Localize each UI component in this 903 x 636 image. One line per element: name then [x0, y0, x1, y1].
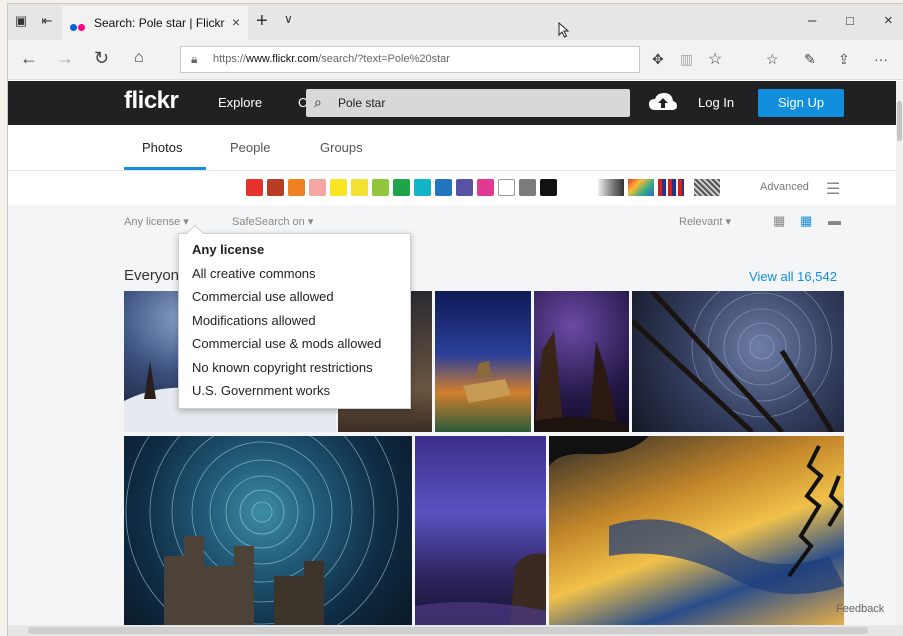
sort-dropdown[interactable]: Relevant ▾	[679, 215, 731, 228]
back-arrow-icon[interactable]: ←	[20, 48, 38, 69]
maximize-button[interactable]: □	[846, 13, 854, 28]
lock-icon: 🔒︎	[191, 52, 198, 66]
set-aside-tabs-icon[interactable]: ⇤	[40, 14, 54, 28]
login-link[interactable]: Log In	[698, 95, 734, 110]
search-tabs: Photos People Groups	[8, 125, 903, 171]
color-swatch[interactable]	[372, 179, 389, 196]
upload-cloud-icon[interactable]	[648, 92, 678, 112]
license-option-us-government[interactable]: U.S. Government works	[192, 383, 330, 398]
results-area: Any license ▾ SafeSearch on ▾ Relevant ▾…	[8, 205, 903, 626]
view-all-link[interactable]: View all 16,542	[749, 269, 837, 284]
browser-tab[interactable]: Search: Pole star | Flickr ×	[62, 6, 248, 40]
active-tab-underline	[124, 167, 206, 170]
reading-view-icon[interactable]: ▥	[680, 51, 693, 68]
photo-thumbnail[interactable]	[632, 291, 844, 432]
close-tab-icon[interactable]: ×	[232, 14, 240, 30]
justified-view-icon[interactable]: ▦	[800, 213, 812, 229]
favorites-hub-icon[interactable]: ☆	[766, 51, 779, 68]
photo-thumbnail[interactable]	[435, 291, 531, 432]
grid-view-icon[interactable]: ▦	[773, 213, 785, 229]
navigation-bar: ← → ↻ ⌂ 🔒︎ https://www.flickr.com/search…	[8, 40, 903, 80]
photo-thumbnail[interactable]	[124, 436, 412, 626]
search-icon: ⌕	[314, 94, 322, 110]
advanced-link[interactable]: Advanced	[760, 181, 809, 193]
color-swatch[interactable]	[519, 179, 536, 196]
shallow-depth-filter[interactable]	[628, 179, 654, 196]
horizontal-scrollbar[interactable]	[8, 625, 903, 636]
section-title: Everyon	[124, 267, 180, 284]
flickr-logo[interactable]: flickr	[124, 87, 179, 115]
color-swatch[interactable]	[288, 179, 305, 196]
search-query: Pole star	[338, 96, 386, 110]
license-option-commercial[interactable]: Commercial use allowed	[192, 289, 334, 304]
home-icon[interactable]: ⌂	[134, 49, 144, 67]
license-option-no-copyright[interactable]: No known copyright restrictions	[192, 360, 373, 375]
feedback-link[interactable]: Feedback	[836, 603, 884, 615]
mouse-cursor-icon	[558, 22, 570, 38]
list-view-icon[interactable]: ▬	[828, 213, 841, 228]
address-bar[interactable]: 🔒︎ https://www.flickr.com/search/?text=P…	[180, 46, 640, 73]
web-note-pen-icon[interactable]: ✎	[804, 51, 816, 68]
extension-icon[interactable]: ✥	[652, 51, 664, 68]
share-icon[interactable]: ⇪	[838, 51, 850, 68]
color-swatch[interactable]	[456, 179, 473, 196]
vertical-scrollbar[interactable]	[896, 81, 903, 625]
license-option-commercial-mods[interactable]: Commercial use & mods allowed	[192, 336, 381, 351]
license-option-creative-commons[interactable]: All creative commons	[192, 266, 316, 281]
color-swatch[interactable]	[477, 179, 494, 196]
new-tab-button[interactable]: +	[256, 10, 268, 33]
color-swatch[interactable]	[351, 179, 368, 196]
color-swatch[interactable]	[267, 179, 284, 196]
patterns-filter[interactable]	[694, 179, 720, 196]
browser-window: ▣ ⇤ Search: Pole star | Flickr × + ∨ – □…	[8, 4, 903, 636]
license-option-any[interactable]: Any license	[192, 242, 264, 257]
more-options-icon[interactable]: ···	[874, 51, 888, 67]
tab-preview-chevron-icon[interactable]: ∨	[284, 12, 293, 26]
flickr-header: flickr Explore C ⌕ Pole star Log In Sign…	[8, 81, 903, 125]
photo-thumbnail[interactable]	[534, 291, 629, 432]
tab-title: Search: Pole star | Flickr	[94, 16, 225, 30]
tab-list-icon[interactable]: ▣	[14, 14, 28, 28]
safesearch-filter[interactable]: SafeSearch on ▾	[232, 215, 313, 228]
color-swatch[interactable]	[498, 179, 515, 196]
color-swatch[interactable]	[414, 179, 431, 196]
license-option-modifications[interactable]: Modifications allowed	[192, 313, 316, 328]
forward-arrow-icon[interactable]: →	[56, 48, 74, 69]
license-dropdown-menu: Any license All creative commons Commerc…	[178, 224, 411, 409]
explore-link[interactable]: Explore	[218, 95, 262, 110]
black-and-white-filter[interactable]	[598, 179, 624, 196]
color-filter-row: Advanced ☰	[8, 171, 903, 205]
url-text: https://www.flickr.com/search/?text=Pole…	[213, 53, 450, 65]
close-window-button[interactable]: ×	[884, 12, 893, 29]
color-swatch[interactable]	[309, 179, 326, 196]
tab-groups[interactable]: Groups	[320, 140, 363, 155]
photo-thumbnail[interactable]	[549, 436, 844, 626]
flickr-favicon-icon	[70, 18, 86, 36]
color-swatch[interactable]	[435, 179, 452, 196]
color-swatch[interactable]	[246, 179, 263, 196]
tab-people[interactable]: People	[230, 140, 270, 155]
signup-button[interactable]: Sign Up	[758, 89, 844, 117]
advanced-sliders-icon[interactable]: ☰	[826, 179, 840, 199]
color-swatch[interactable]	[330, 179, 347, 196]
tab-photos[interactable]: Photos	[142, 140, 182, 155]
favorite-star-icon[interactable]: ☆	[708, 49, 722, 69]
tab-bar: ▣ ⇤ Search: Pole star | Flickr × + ∨ – □…	[8, 4, 903, 40]
photo-thumbnail[interactable]	[415, 436, 546, 626]
minimalist-filter[interactable]	[658, 179, 684, 196]
license-filter[interactable]: Any license ▾	[124, 215, 189, 228]
search-input[interactable]: ⌕ Pole star	[306, 89, 630, 117]
minimize-button[interactable]: –	[808, 12, 816, 29]
refresh-icon[interactable]: ↻	[94, 48, 109, 69]
color-swatch[interactable]	[393, 179, 410, 196]
color-swatch[interactable]	[540, 179, 557, 196]
